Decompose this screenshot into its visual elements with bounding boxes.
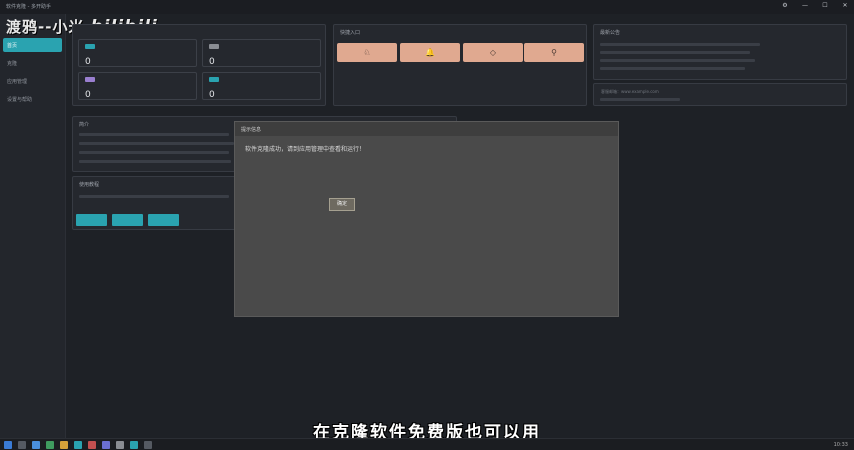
panel-title: 快捷入口 [340, 30, 361, 36]
taskview-icon[interactable] [32, 441, 40, 449]
start-icon[interactable] [4, 441, 12, 449]
app-icon[interactable] [88, 441, 96, 449]
chess-knight-icon: ♘ [363, 48, 371, 57]
sidebar-item-clone[interactable]: 克隆 [3, 56, 62, 70]
stat-card: 0 [202, 39, 321, 67]
panel-title: 最新公告 [600, 30, 621, 36]
stats-panel: 0 0 0 0 [72, 24, 326, 106]
quick-button-clone[interactable]: ♘ [337, 43, 397, 62]
stat-badge [85, 77, 95, 82]
title-bar: 软件克隆 - 多开助手 ⚙ — ☐ ✕ [0, 0, 854, 14]
stat-badge [209, 77, 219, 82]
search-icon[interactable] [18, 441, 26, 449]
folder-icon[interactable] [60, 441, 68, 449]
stat-card: 0 [78, 72, 197, 100]
clock[interactable]: 10:33 [834, 442, 848, 448]
stat-card: 0 [202, 72, 321, 100]
ok-button[interactable]: 确定 [329, 198, 355, 211]
message-dialog: 提示信息 软件克隆成功，请到应用管理中查看和运行！ 确定 [234, 121, 619, 317]
app-icon[interactable] [144, 441, 152, 449]
bell-icon: 🔔 [425, 48, 435, 57]
dialog-message: 软件克隆成功，请到应用管理中查看和运行！ [245, 146, 366, 153]
settings-icon[interactable]: ⚙ [780, 2, 790, 9]
sidebar: 首页 克隆 应用管理 设置与帮助 [0, 14, 66, 438]
sidebar-item-home[interactable]: 首页 [3, 38, 62, 52]
quick-button-search[interactable]: ⚲ [524, 43, 584, 62]
minimize-button[interactable]: — [800, 2, 810, 9]
quick-button-manage[interactable]: ◇ [463, 43, 523, 62]
window-title: 软件克隆 - 多开助手 [6, 4, 51, 10]
contact-panel: 客服邮箱：www.example.com [593, 83, 847, 106]
stat-badge [85, 44, 95, 49]
stat-card: 0 [78, 39, 197, 67]
app-icon[interactable] [46, 441, 54, 449]
stat-badge [209, 44, 219, 49]
stat-value: 0 [209, 57, 215, 67]
panel-title: 简介 [79, 122, 90, 128]
quick-entry-panel: 快捷入口 [333, 24, 587, 106]
maximize-button[interactable]: ☐ [820, 2, 830, 9]
tutorial-button-2[interactable] [112, 214, 143, 226]
dialog-title: 提示信息 [241, 127, 262, 133]
stat-value: 0 [85, 57, 91, 67]
tutorial-button-1[interactable] [76, 214, 107, 226]
quick-button-notify[interactable]: 🔔 [400, 43, 460, 62]
sidebar-item-app-manage[interactable]: 应用管理 [3, 74, 62, 88]
window-controls: ⚙ — ☐ ✕ [780, 2, 850, 9]
dialog-header: 提示信息 [235, 122, 618, 136]
stat-value: 0 [209, 90, 215, 100]
app-icon[interactable] [74, 441, 82, 449]
contact-text: 客服邮箱：www.example.com [601, 89, 659, 94]
sidebar-item-settings[interactable]: 设置与帮助 [3, 92, 62, 106]
app-icon[interactable] [102, 441, 110, 449]
taskbar: 10:33 [0, 438, 854, 450]
tutorial-button-3[interactable] [148, 214, 179, 226]
diamond-icon: ◇ [489, 48, 497, 57]
search-icon: ⚲ [551, 48, 557, 57]
stat-value: 0 [85, 90, 91, 100]
panel-title: 使用教程 [79, 182, 100, 188]
app-icon[interactable] [130, 441, 138, 449]
app-icon[interactable] [116, 441, 124, 449]
announcement-panel: 最新公告 [593, 24, 847, 80]
close-button[interactable]: ✕ [840, 2, 850, 9]
